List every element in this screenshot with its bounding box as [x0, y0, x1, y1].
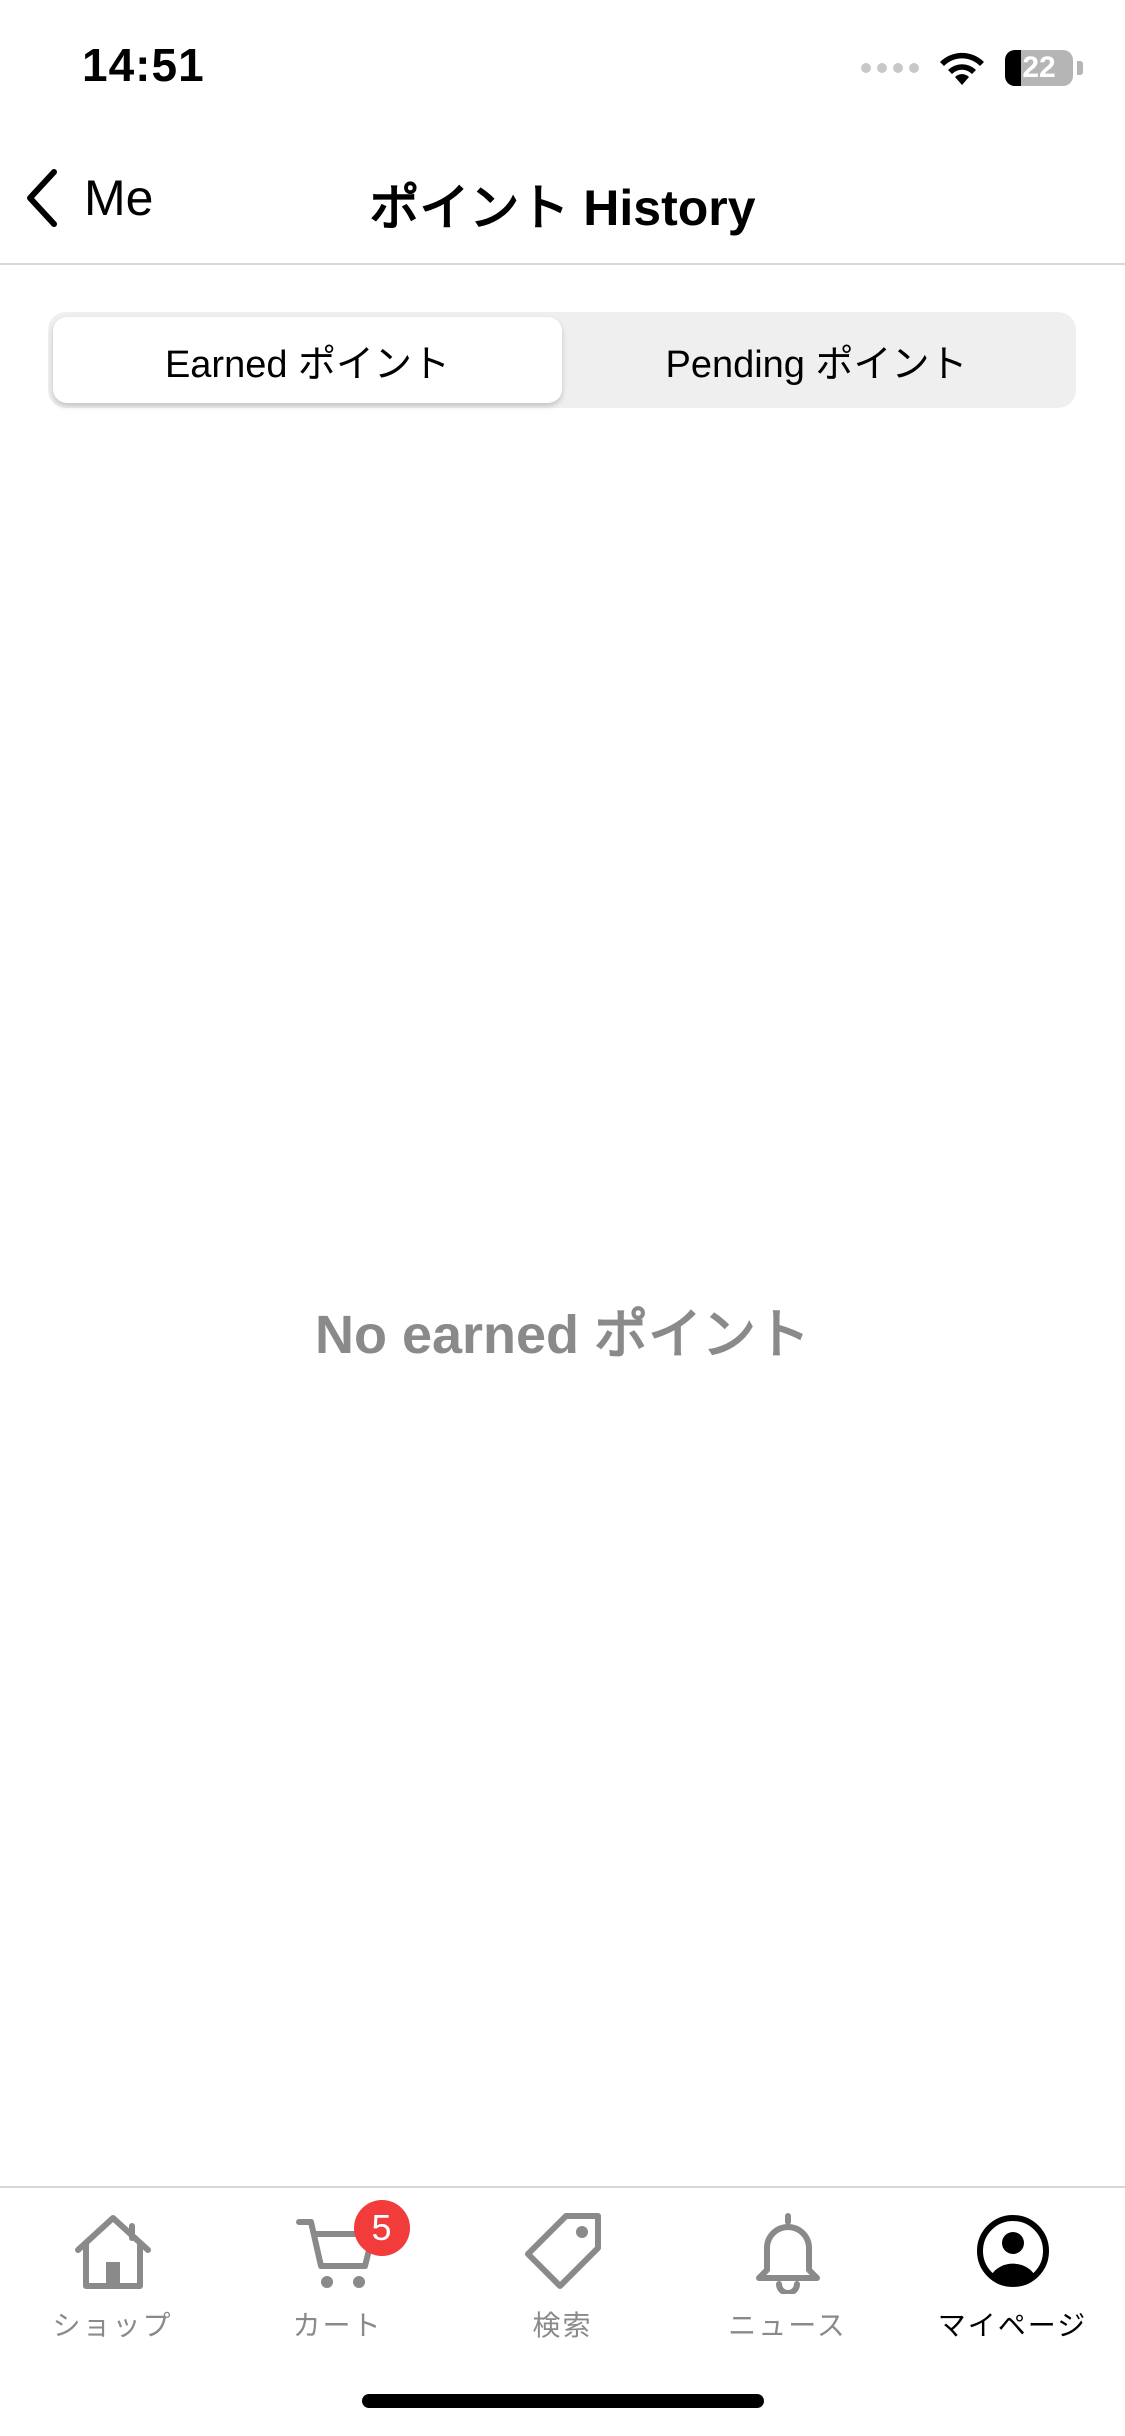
cellular-signal-icon: [861, 63, 919, 73]
tab-label: ニュース: [728, 2310, 847, 2341]
tab-my-page[interactable]: マイページ: [900, 2206, 1125, 2356]
tab-label: マイページ: [937, 2310, 1088, 2341]
cart-badge: 5: [353, 2200, 410, 2256]
tab-shop[interactable]: ショップ: [0, 2206, 225, 2356]
bell-icon: [740, 2206, 836, 2296]
cart-icon: 5: [290, 2200, 410, 2296]
battery-icon: 22: [1005, 50, 1073, 86]
points-segmented-control: Earned ポイント Pending ポイント: [48, 312, 1076, 408]
tab-label: カート: [292, 2310, 383, 2341]
tab-search[interactable]: 検索: [450, 2206, 675, 2356]
status-indicators: 22: [861, 44, 1083, 92]
segment-pending-points[interactable]: Pending ポイント: [562, 317, 1071, 403]
wifi-icon: [940, 52, 984, 85]
navigation-bar: Me ポイント History: [0, 132, 1125, 265]
page-title: ポイント History: [369, 180, 756, 236]
empty-state-message: No earned ポイント: [314, 1305, 811, 1365]
status-time: 14:51: [82, 39, 205, 91]
segment-earned-points[interactable]: Earned ポイント: [53, 317, 562, 403]
status-bar: 14:51 22: [0, 0, 1125, 132]
tag-icon: [515, 2206, 611, 2296]
home-icon: [65, 2206, 161, 2296]
tab-label: ショップ: [52, 2310, 173, 2341]
tab-news[interactable]: ニュース: [675, 2206, 900, 2356]
battery-cap: [1077, 61, 1083, 75]
tab-label: 検索: [532, 2310, 593, 2341]
battery-level: 22: [1022, 51, 1056, 84]
tab-cart[interactable]: 5 カート: [225, 2200, 450, 2356]
profile-icon: [965, 2206, 1061, 2296]
home-indicator[interactable]: [362, 2394, 764, 2408]
